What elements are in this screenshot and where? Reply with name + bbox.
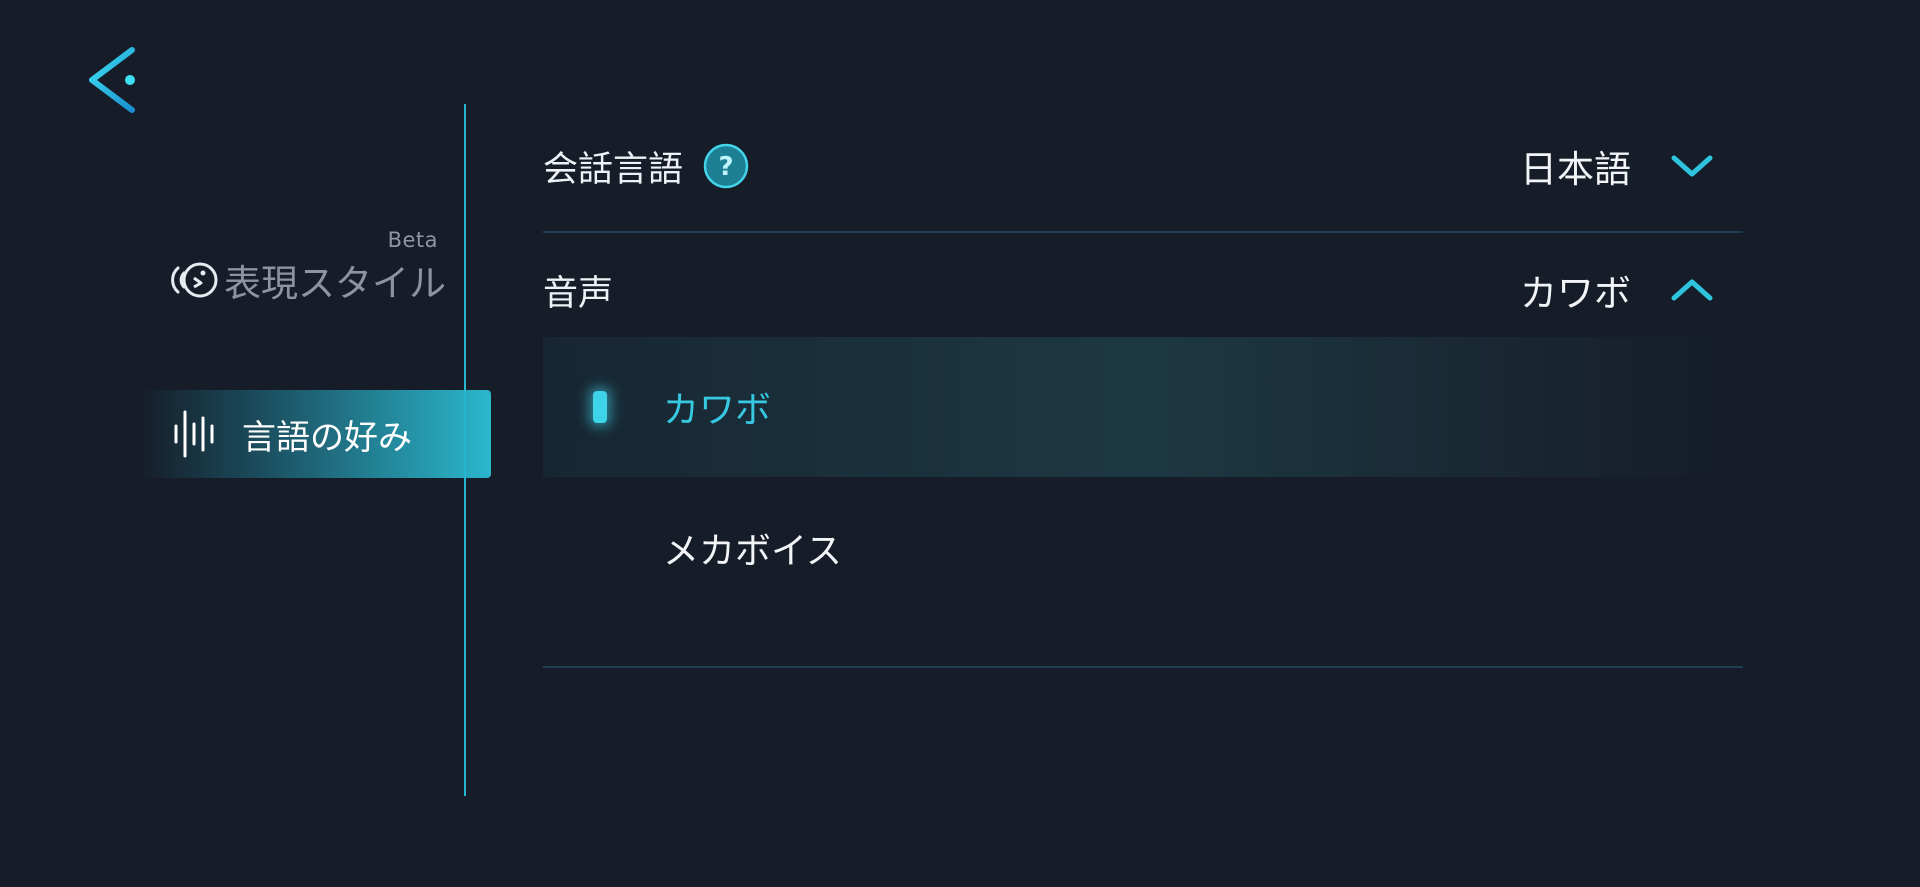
conversation-language-value: 日本語 — [1520, 148, 1631, 191]
back-button[interactable] — [82, 44, 146, 116]
voice-label: 音声 — [543, 273, 614, 314]
selected-indicator — [593, 391, 607, 423]
help-icon[interactable]: ? — [703, 143, 749, 189]
expression-style-icon — [170, 256, 218, 304]
row-separator — [543, 666, 1743, 668]
chevron-up-icon — [1671, 278, 1713, 302]
voice-option-label: カワボ — [663, 390, 772, 431]
sound-wave-icon — [172, 410, 220, 458]
voice-value: カワボ — [1520, 272, 1631, 315]
sidebar-item-label: 言語の好み — [242, 417, 412, 458]
row-separator — [543, 231, 1743, 233]
svg-text:?: ? — [718, 152, 733, 182]
voice-row: 音声 カワボ — [543, 258, 1743, 322]
conversation-language-label: 会話言語 — [543, 149, 684, 190]
beta-badge: Beta — [387, 228, 438, 252]
sidebar-divider — [464, 104, 466, 796]
back-arrow-icon — [89, 47, 135, 113]
voice-option-mecha-voice[interactable]: メカボイス — [543, 478, 1743, 618]
conversation-language-dropdown[interactable]: 日本語 — [1520, 139, 1713, 193]
voice-option-label: メカボイス — [663, 531, 842, 572]
voice-dropdown[interactable]: カワボ — [1520, 263, 1713, 317]
chevron-down-icon — [1671, 154, 1713, 178]
sidebar-item-language-preference[interactable]: 言語の好み — [138, 390, 491, 478]
settings-screen: 表現スタイル Beta 言語の好み 会話言語 ? 日本語 音声 カワボ カワボ … — [0, 0, 1920, 887]
voice-option-kawabo[interactable]: カワボ — [543, 337, 1743, 477]
sidebar-item-label: 表現スタイル — [224, 262, 446, 305]
sidebar-item-expression-style[interactable]: 表現スタイル — [170, 252, 460, 308]
conversation-language-row: 会話言語 ? 日本語 — [543, 134, 1743, 198]
